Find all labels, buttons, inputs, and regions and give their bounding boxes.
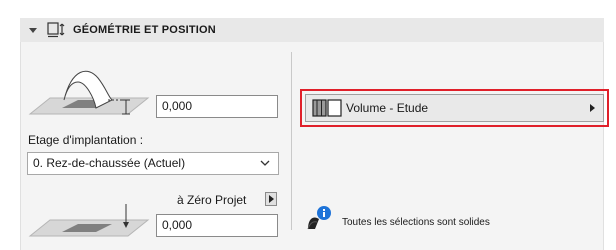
section-header[interactable]: GÉOMÉTRIE ET POSITION [20,18,604,42]
submenu-arrow-icon [590,104,595,112]
triangle-down-icon[interactable] [29,27,37,33]
volume-study-icon [312,99,342,117]
chevron-down-icon [260,160,270,166]
story-label: Etage d'implantation : [28,133,144,147]
volume-study-label: Volume - Etude [346,101,429,115]
reference-menu-button[interactable] [265,192,277,206]
reference-field[interactable]: 0,000 [156,214,278,237]
story-select[interactable]: 0. Rez-de-chaussée (Actuel) [27,152,279,175]
solid-status-text: Toutes les sélections sont solides [342,217,490,228]
top-offset-illustration [28,70,150,115]
column-divider [291,52,292,230]
story-select-value: 0. Rez-de-chaussée (Actuel) [33,156,186,170]
top-offset-field[interactable]: 0,000 [156,95,278,118]
section-title: GÉOMÉTRIE ET POSITION [73,24,216,36]
geometry-position-icon [47,22,65,38]
reference-label: à Zéro Projet [177,193,247,207]
volume-study-button[interactable]: Volume - Etude [305,94,604,122]
solid-info-icon [307,206,331,230]
bottom-elevation-illustration [28,204,150,237]
geometry-position-panel: GÉOMÉTRIE ET POSITION 0,000 Etage d'impl… [0,0,616,250]
